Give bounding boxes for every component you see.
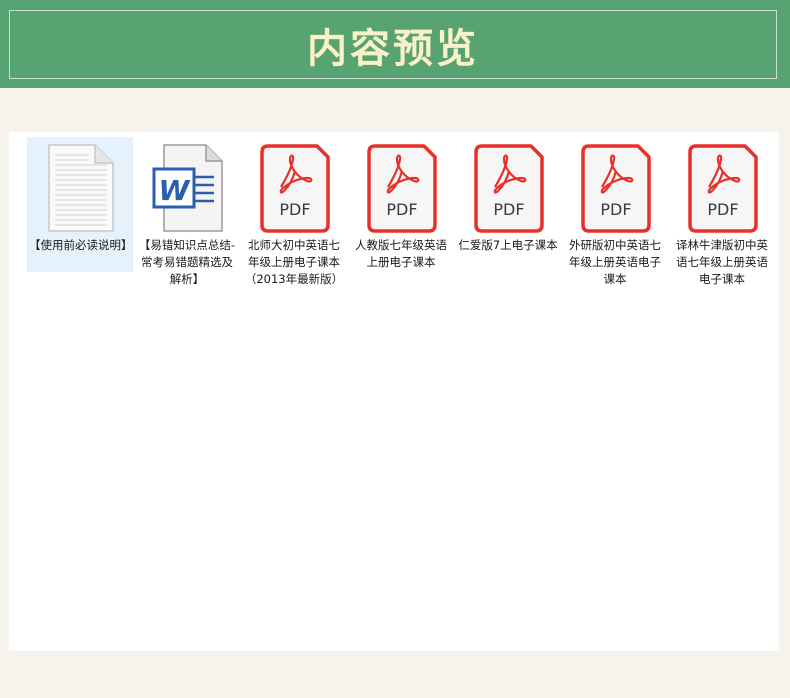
pdf-icon: PDF <box>473 143 545 235</box>
file-label: 译林牛津版初中英语七年级上册英语电子课本 <box>676 238 768 286</box>
text-document-icon <box>45 143 117 235</box>
page-title: 内容预览 <box>307 24 479 72</box>
header-banner: 内容预览 <box>0 0 790 88</box>
pdf-badge: PDF <box>493 200 524 219</box>
file-item-bnu-textbook[interactable]: PDF 北师大初中英语七年级上册电子课本（2013年最新版） <box>241 137 347 305</box>
pdf-icon: PDF <box>580 143 652 235</box>
pdf-badge: PDF <box>600 200 631 219</box>
header-frame: 内容预览 <box>9 10 777 79</box>
pdf-icon: PDF <box>366 143 438 235</box>
file-item-fltrp-textbook[interactable]: PDF 外研版初中英语七年级上册英语电子课本 <box>562 137 668 305</box>
file-label: 北师大初中英语七年级上册电子课本（2013年最新版） <box>244 238 344 286</box>
file-label: 外研版初中英语七年级上册英语电子课本 <box>569 238 661 286</box>
word-letter: W <box>159 174 191 207</box>
pdf-badge: PDF <box>279 200 310 219</box>
pdf-badge: PDF <box>386 200 417 219</box>
pdf-icon: PDF <box>259 143 331 235</box>
word-document-icon: W <box>152 143 224 235</box>
file-item-renai-textbook[interactable]: PDF 仁爱版7上电子课本 <box>455 137 561 305</box>
file-label: 仁爱版7上电子课本 <box>458 238 558 252</box>
pdf-icon: PDF <box>687 143 759 235</box>
file-item-yilin-textbook[interactable]: PDF 译林牛津版初中英语七年级上册英语电子课本 <box>669 137 775 305</box>
file-item-error-summary[interactable]: W 【易错知识点总结-常考易错题精选及解析】 <box>134 137 240 305</box>
file-item-usage-notes[interactable]: 【使用前必读说明】 <box>27 137 133 272</box>
file-preview-panel: 【使用前必读说明】 W 【易错知识点总结-常考易错题精选及解析】 PDF 北师大… <box>9 132 779 651</box>
file-item-pep-textbook[interactable]: PDF 人教版七年级英语上册电子课本 <box>348 137 454 305</box>
file-label: 人教版七年级英语上册电子课本 <box>355 238 447 269</box>
file-label: 【使用前必读说明】 <box>29 238 133 252</box>
pdf-badge: PDF <box>707 200 738 219</box>
file-label: 【易错知识点总结-常考易错题精选及解析】 <box>138 238 236 286</box>
